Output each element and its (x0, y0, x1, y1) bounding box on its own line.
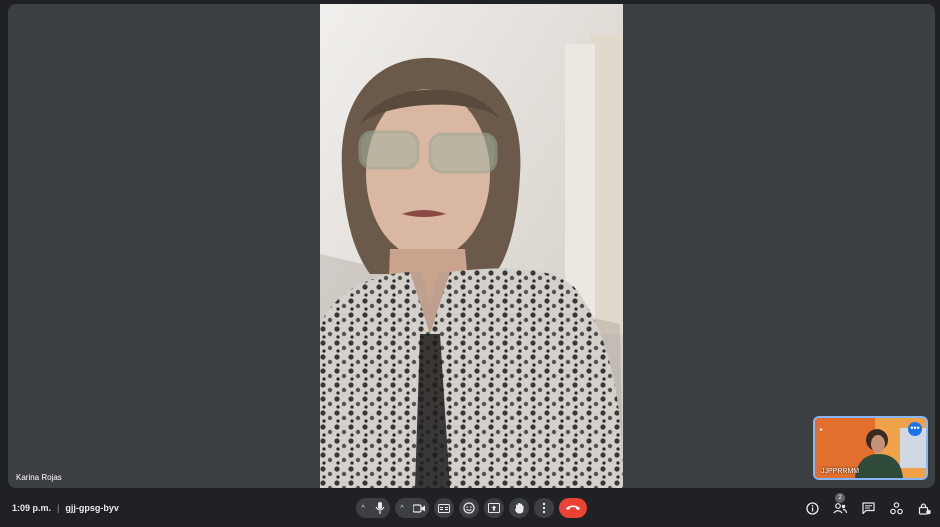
captions-icon[interactable] (434, 498, 454, 518)
people-count-badge: 2 (835, 493, 845, 503)
end-call-icon (566, 505, 580, 510)
activities-icon[interactable] (888, 500, 904, 516)
more-options-icon[interactable] (534, 498, 554, 518)
emoji-reactions-icon[interactable] (459, 498, 479, 518)
main-stage: Karina Rojas (8, 4, 935, 488)
bottom-toolbar: 1:09 p.m. | gjj-gpsg-byv ^ ^ 2 (0, 490, 940, 527)
separator: | (57, 503, 60, 513)
pin-icon[interactable]: ▸ (820, 426, 823, 433)
mic-control-group: ^ (356, 498, 390, 518)
participant-video (320, 4, 623, 488)
present-screen-icon[interactable] (484, 498, 504, 518)
chat-icon[interactable] (860, 500, 876, 516)
self-name-label: JJPPRRMM (821, 468, 860, 475)
camera-icon[interactable] (409, 498, 429, 518)
meeting-details-icon[interactable] (804, 500, 820, 516)
camera-options-chevron-icon[interactable]: ^ (395, 498, 409, 518)
mic-options-chevron-icon[interactable]: ^ (356, 498, 370, 518)
participant-name-label: Karina Rojas (16, 473, 62, 482)
raise-hand-icon[interactable] (509, 498, 529, 518)
meeting-info: 1:09 p.m. | gjj-gpsg-byv (12, 503, 119, 513)
end-call-button[interactable] (559, 498, 587, 518)
self-view-tile[interactable]: ▸ ••• JJPPRRMM (813, 416, 928, 480)
side-panel-tools: 2 (804, 493, 932, 516)
clock-time: 1:09 p.m. (12, 503, 52, 513)
call-controls: ^ ^ (356, 498, 587, 518)
host-controls-icon[interactable] (916, 500, 932, 516)
camera-control-group: ^ (395, 498, 429, 518)
meeting-code: gjj-gpsg-byv (65, 503, 119, 513)
participant-video-image (320, 4, 623, 488)
more-options-icon[interactable]: ••• (908, 422, 922, 436)
microphone-icon[interactable] (370, 498, 390, 518)
people-icon[interactable]: 2 (832, 493, 848, 516)
